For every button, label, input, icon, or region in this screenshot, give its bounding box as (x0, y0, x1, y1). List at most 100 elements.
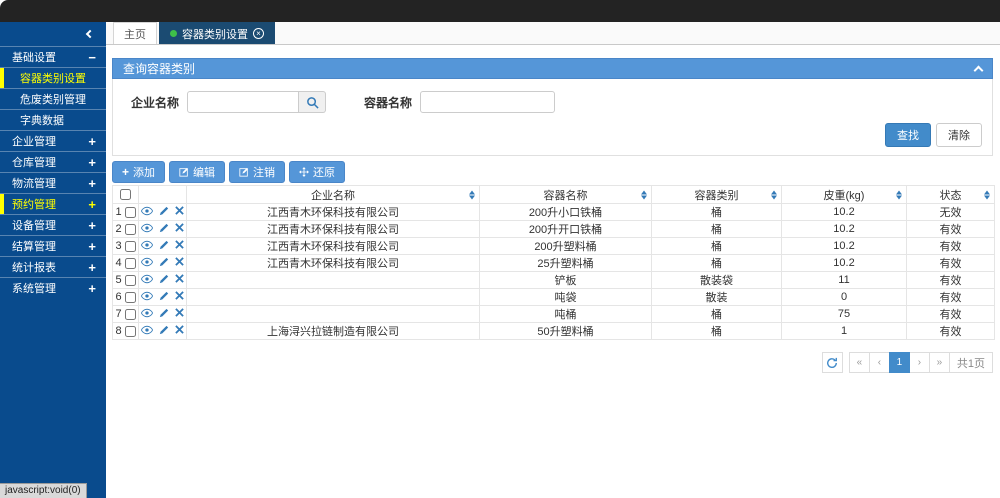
row-checkbox[interactable] (124, 308, 136, 320)
column-header-皮重(kg)[interactable]: 皮重(kg) (781, 185, 907, 204)
cell-container-category: 散装 (651, 288, 782, 306)
tab-container-category-settings[interactable]: 容器类别设置 × (159, 22, 275, 44)
edit-row-button[interactable] (159, 325, 169, 335)
delete-row-button[interactable] (175, 325, 184, 334)
row-checkbox[interactable] (124, 206, 136, 218)
deactivate-button-label: 注销 (253, 167, 276, 179)
view-button[interactable] (141, 240, 153, 250)
view-button[interactable] (141, 257, 153, 267)
refresh-button[interactable] (821, 352, 843, 373)
column-header-企业名称[interactable]: 企业名称 (186, 185, 480, 204)
sidebar-item-设备管理[interactable]: 设备管理 + (0, 214, 106, 235)
edit-row-button[interactable] (159, 274, 169, 284)
edit-row-button[interactable] (159, 257, 169, 267)
delete-row-button[interactable] (175, 206, 184, 215)
view-button[interactable] (141, 274, 153, 284)
prev-page-button[interactable]: ‹ (868, 352, 890, 373)
restore-button[interactable]: 还原 (289, 161, 346, 183)
sidebar-item-仓库管理[interactable]: 仓库管理 + (0, 151, 106, 172)
edit-row-button[interactable] (159, 240, 169, 250)
sort-icon[interactable] (469, 190, 475, 199)
container-name-input[interactable] (420, 91, 556, 113)
sidebar-collapse-button[interactable] (0, 22, 106, 46)
sort-icon[interactable] (984, 190, 990, 199)
column-header-容器名称[interactable]: 容器名称 (479, 185, 652, 204)
panel-title: 查询容器类别 (123, 62, 196, 76)
clear-button[interactable]: 清除 (936, 123, 982, 147)
edit-button[interactable]: 编辑 (169, 161, 226, 183)
container-name-label: 容器名称 (364, 95, 413, 110)
close-icon[interactable]: × (253, 28, 264, 39)
select-all-checkbox[interactable] (120, 189, 131, 201)
row-checkbox[interactable] (124, 274, 136, 286)
edit-row-button[interactable] (159, 308, 169, 318)
sort-icon[interactable] (896, 190, 902, 199)
sidebar-item-基础设置[interactable]: 基础设置 − (0, 46, 106, 67)
table-header-row: 企业名称 容器名称 容器类别 皮重(kg) 状态 (112, 185, 995, 204)
row-actions-cell (138, 305, 187, 323)
delete-row-button[interactable] (175, 274, 184, 283)
view-button[interactable] (141, 206, 153, 216)
first-page-button[interactable]: « (848, 352, 870, 373)
row-number: 8 (115, 325, 122, 337)
sidebar-item-企业管理[interactable]: 企业管理 + (0, 130, 106, 151)
cell-container-category: 桶 (651, 322, 782, 340)
column-header-状态[interactable]: 状态 (906, 185, 995, 204)
next-page-button[interactable]: › (908, 352, 930, 373)
sidebar-item-预约管理[interactable]: 预约管理 + (0, 193, 106, 214)
sidebar-item-容器类别设置[interactable]: 容器类别设置 (0, 67, 106, 88)
edit-button-label: 编辑 (193, 167, 216, 179)
row-checkbox[interactable] (124, 291, 136, 303)
search-button[interactable]: 查找 (885, 123, 931, 147)
top-bar (0, 0, 1000, 22)
view-button[interactable] (141, 325, 153, 335)
sort-icon[interactable] (641, 190, 647, 199)
column-header-容器类别[interactable]: 容器类别 (651, 185, 782, 204)
sidebar-item-结算管理[interactable]: 结算管理 + (0, 235, 106, 256)
company-search-button[interactable] (299, 91, 327, 113)
cell-company: 江西青木环保科技有限公司 (186, 203, 480, 221)
add-button[interactable]: + 添加 (112, 161, 166, 183)
edit-row-button[interactable] (159, 206, 169, 216)
sort-icon[interactable] (771, 190, 777, 199)
delete-row-icon (175, 308, 184, 317)
view-button[interactable] (141, 308, 153, 318)
column-header-label: 状态 (939, 189, 962, 202)
company-name-input[interactable] (187, 91, 300, 113)
view-button[interactable] (141, 291, 153, 301)
edit-row-button[interactable] (159, 291, 169, 301)
edit-row-button[interactable] (159, 223, 169, 233)
row-checkbox[interactable] (124, 257, 136, 269)
delete-row-button[interactable] (175, 223, 184, 232)
cell-status: 有效 (906, 271, 995, 289)
collapse-panel-icon[interactable] (973, 65, 984, 75)
sidebar-item-危废类别管理[interactable]: 危废类别管理 (0, 88, 106, 109)
row-number: 7 (115, 308, 122, 320)
delete-row-button[interactable] (175, 240, 184, 249)
cell-container-name: 吨袋 (479, 288, 652, 306)
sidebar-item-统计报表[interactable]: 统计报表 + (0, 256, 106, 277)
cell-status: 有效 (906, 220, 995, 238)
sidebar-item-label: 预约管理 (12, 199, 56, 211)
delete-row-button[interactable] (175, 308, 184, 317)
sidebar-item-label: 结算管理 (12, 241, 56, 253)
sidebar-item-字典数据[interactable]: 字典数据 (0, 109, 106, 130)
deactivate-button[interactable]: 注销 (229, 161, 286, 183)
edit-row-icon (159, 223, 169, 232)
page-1-button[interactable]: 1 (888, 352, 910, 373)
delete-row-button[interactable] (175, 257, 184, 266)
row-actions-cell (138, 271, 187, 289)
view-icon (141, 257, 153, 266)
view-button[interactable] (141, 223, 153, 233)
last-page-button[interactable]: » (928, 352, 950, 373)
sidebar-item-物流管理[interactable]: 物流管理 + (0, 172, 106, 193)
sidebar-item-系统管理[interactable]: 系统管理 + (0, 277, 106, 298)
tab-home[interactable]: 主页 (113, 22, 157, 44)
row-actions-cell (138, 254, 187, 272)
row-checkbox[interactable] (124, 325, 136, 337)
row-checkbox[interactable] (124, 240, 136, 252)
table-row: 5 铲板 散装袋 11 有效 (112, 271, 995, 289)
expand-icon: + (88, 133, 96, 149)
row-checkbox[interactable] (124, 223, 136, 235)
delete-row-button[interactable] (175, 291, 184, 300)
